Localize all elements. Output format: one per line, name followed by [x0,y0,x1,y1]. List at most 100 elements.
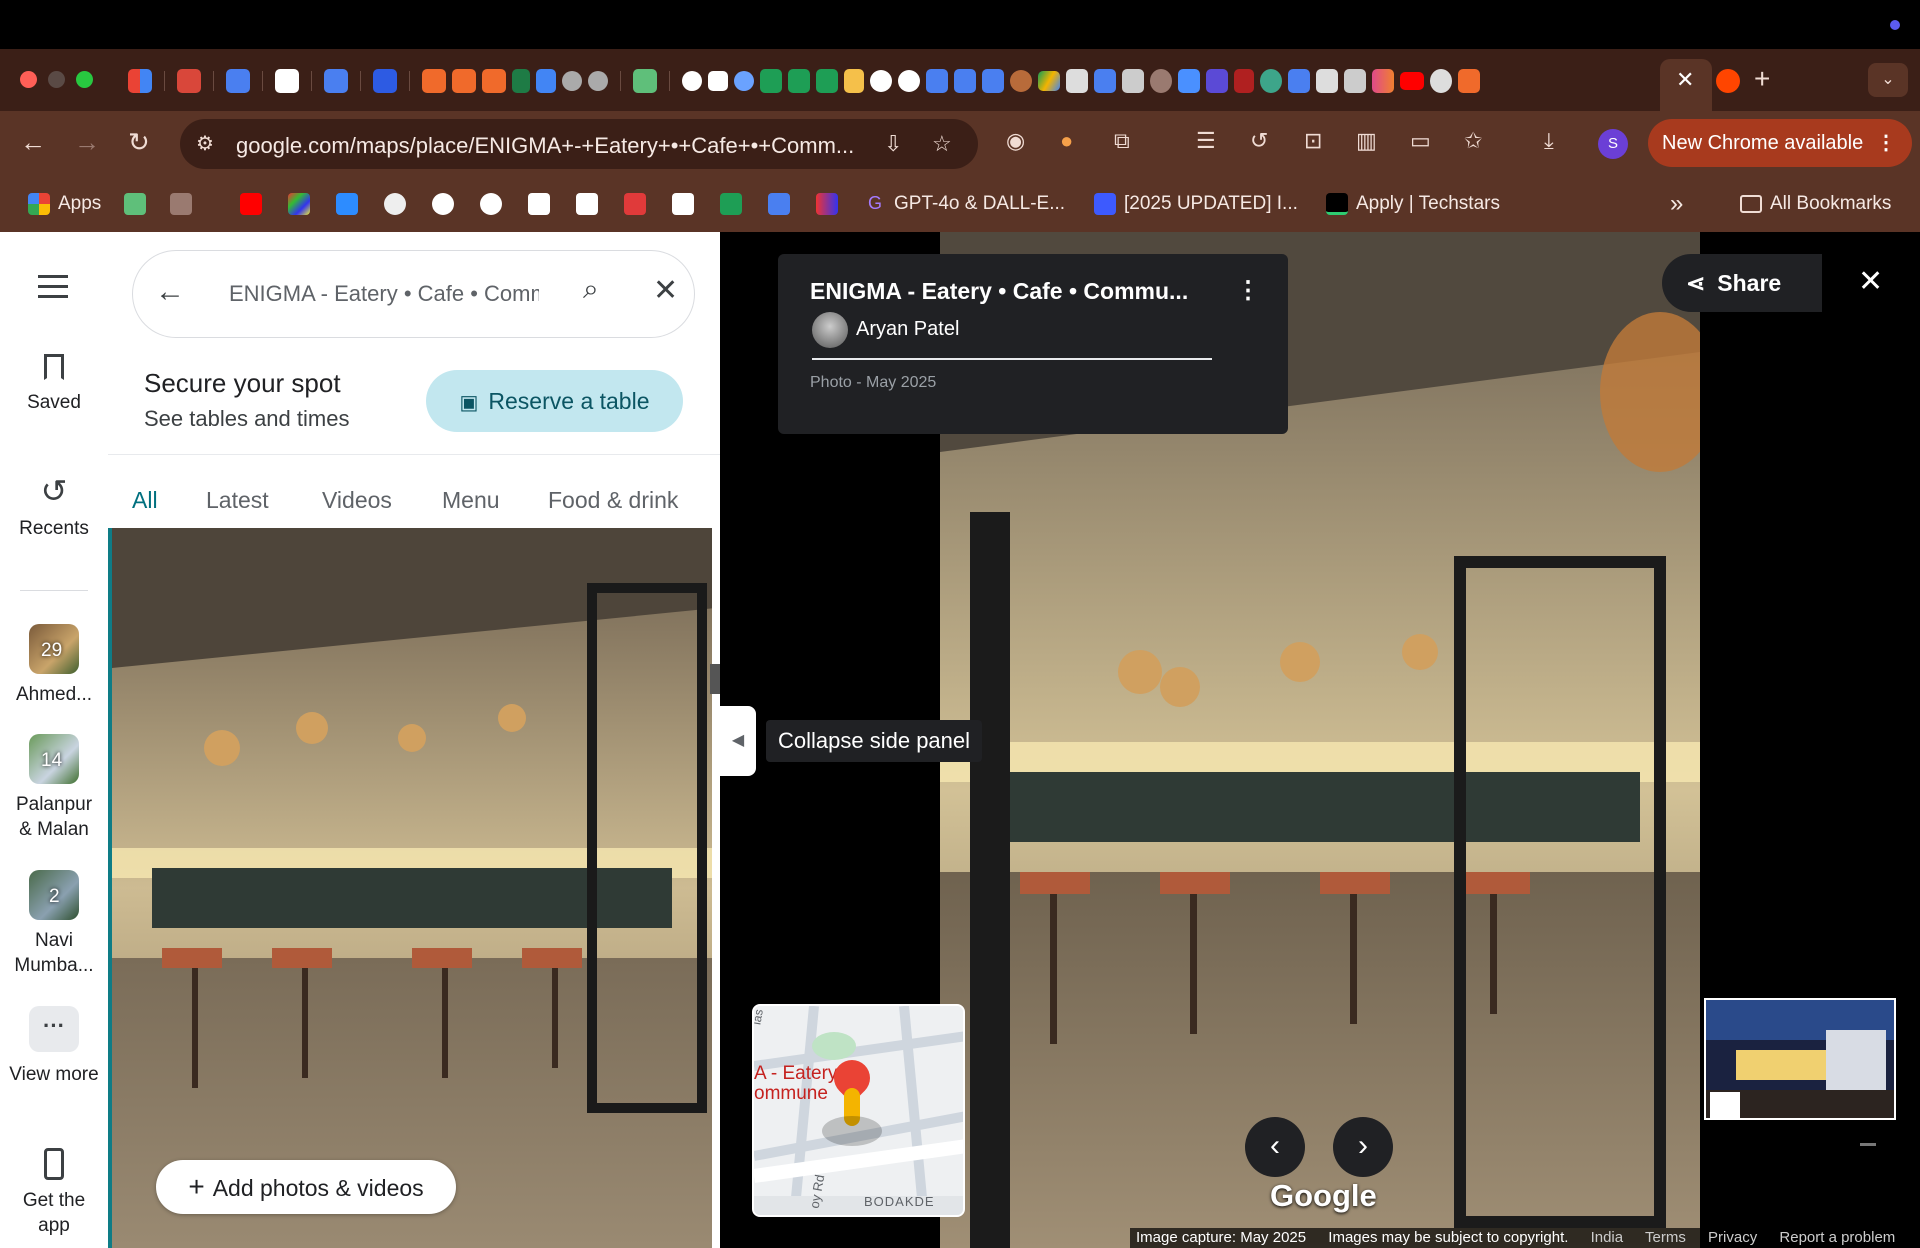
bookmark-item[interactable] [816,191,846,217]
docs-tab-icon[interactable] [734,71,754,91]
reserve-table-button[interactable]: ▣ Reserve a table [426,370,683,432]
mail-tab-icon[interactable] [373,69,397,93]
selected-photo-thumbnail[interactable] [108,528,712,1248]
docs-tab-icon[interactable] [324,69,348,93]
app-tab-icon[interactable] [1150,69,1172,93]
app-tab-icon[interactable] [482,69,506,93]
address-bar[interactable]: ⚙ google.com/maps/place/ENIGMA+-+Eatery+… [180,119,978,169]
recent-place-item[interactable]: 14 Palanpur & Malan [0,734,108,842]
privacy-link[interactable]: Privacy [1708,1229,1757,1246]
calendar-tab-icon[interactable] [275,69,299,93]
report-problem-link[interactable]: Report a problem [1779,1229,1895,1246]
tab-videos[interactable]: Videos [322,487,392,514]
face-tab-icon[interactable] [898,70,920,92]
camera-extension-icon[interactable]: ◉ [1006,128,1025,154]
bookmark-star-icon[interactable]: ☆ [932,131,952,157]
close-tab-icon[interactable]: ✕ [1676,67,1694,93]
app-tab-icon[interactable] [1260,69,1282,93]
site-info-icon[interactable]: ⚙ [196,131,214,156]
favorites-icon[interactable]: ✩ [1464,128,1482,154]
app-tab-icon[interactable] [422,69,446,93]
globe-tab-icon[interactable] [588,71,608,91]
app-tab-icon[interactable] [633,69,657,93]
bookmark-techstars[interactable]: Apply | Techstars [1326,191,1500,217]
search-icon[interactable]: ⌕ [583,273,599,306]
url-text[interactable]: google.com/maps/place/ENIGMA+-+Eatery+•+… [236,133,886,159]
region-link[interactable]: India [1591,1229,1624,1246]
bookmark-item[interactable] [720,191,750,217]
recent-place-item[interactable]: 2 Navi Mumba... [0,870,108,978]
bookmark-apps[interactable]: Apps [28,191,101,217]
new-tab-button[interactable]: + [1754,63,1770,95]
reload-button[interactable]: ↻ [128,127,150,157]
minimize-window-button[interactable] [48,71,65,88]
app-tab-icon[interactable] [1066,69,1088,93]
chrome-update-button[interactable]: New Chrome available ⋮ [1648,119,1912,167]
reddit-tab-icon[interactable] [1716,69,1740,93]
heart-tab-icon[interactable] [682,71,702,91]
reader-mode-icon[interactable]: ▥ [1356,128,1377,154]
more-options-icon[interactable]: ⋮ [1236,276,1260,305]
docs-tab-icon[interactable] [954,69,976,93]
sheets-tab-icon[interactable] [788,69,810,93]
add-photos-button[interactable]: + Add photos & videos [156,1160,456,1214]
sheets-tab-icon[interactable] [816,69,838,93]
related-photo-thumbnail[interactable] [1704,998,1896,1120]
more-menu-icon[interactable]: ⋮ [1876,119,1896,167]
screenshot-icon[interactable]: ⊡ [1304,128,1322,154]
calendar-tab-icon[interactable] [536,69,556,93]
search-input[interactable] [229,277,539,311]
next-photo-button[interactable]: › [1333,1117,1393,1177]
author-name[interactable]: Aryan Patel [856,318,959,341]
reading-list-icon[interactable]: ☰ [1196,128,1216,154]
share-button[interactable]: ⋖ Share [1662,254,1822,312]
maximize-window-button[interactable] [76,71,93,88]
recent-place-item[interactable]: 29 Ahmed... [0,624,108,707]
saved-button[interactable]: Saved [0,354,108,415]
docs-tab-icon[interactable] [226,69,250,93]
previous-photo-button[interactable]: ‹ [1245,1117,1305,1177]
face-tab-icon[interactable] [870,70,892,92]
history-icon[interactable]: ↺ [1250,128,1268,154]
mini-map[interactable]: A - Eatery ommune BODAKDE oy Rd ias [752,1004,965,1217]
tab-search-button[interactable]: ⌄ [1868,63,1908,97]
panel-scrollbar[interactable] [710,664,720,694]
bookmark-updated[interactable]: [2025 UPDATED] I... [1094,191,1298,217]
collapse-panel-button[interactable]: ◀ [720,706,756,776]
tab-all[interactable]: All [132,487,158,514]
download-icon[interactable]: ⤓ [1544,128,1554,154]
menu-icon[interactable] [38,275,68,305]
back-button[interactable]: ← [20,127,46,157]
app-tab-icon[interactable] [1206,69,1228,93]
bookmark-item[interactable] [170,191,200,217]
app-tab-icon[interactable] [1344,69,1366,93]
bookmarks-overflow-button[interactable]: » [1670,190,1683,217]
bookmark-item[interactable] [480,191,510,217]
get-app-button[interactable]: Get the app [0,1148,108,1238]
bookmark-item[interactable] [288,191,318,217]
app-tab-icon[interactable] [1122,69,1144,93]
openai-tab-icon[interactable] [1430,69,1452,93]
heart-tab-icon[interactable] [708,71,728,91]
bookmark-item[interactable] [672,191,702,217]
app-tab-icon[interactable] [1010,70,1032,92]
clear-search-icon[interactable]: ✕ [653,273,678,308]
bookmark-item[interactable] [528,191,558,217]
close-window-button[interactable] [20,71,37,88]
tab-latest[interactable]: Latest [206,487,269,514]
devices-icon[interactable]: ▭ [1410,128,1431,154]
bookmark-item[interactable] [768,191,798,217]
app-tab-icon[interactable] [1372,69,1394,93]
extension-icon[interactable]: ● [1060,128,1073,154]
tab-menu[interactable]: Menu [442,487,500,514]
profile-avatar[interactable]: S [1598,129,1628,159]
gemini-tab-icon[interactable] [1178,69,1200,93]
place-title[interactable]: ENIGMA - Eatery • Cafe • Commu... [810,278,1188,305]
bookmark-item[interactable] [384,191,414,217]
avatar[interactable] [812,312,848,348]
docs-tab-icon[interactable] [1094,69,1116,93]
bookmark-item[interactable] [432,191,462,217]
all-bookmarks-button[interactable]: All Bookmarks [1740,191,1891,217]
docs-tab-icon[interactable] [926,69,948,93]
terms-link[interactable]: Terms [1645,1229,1686,1246]
